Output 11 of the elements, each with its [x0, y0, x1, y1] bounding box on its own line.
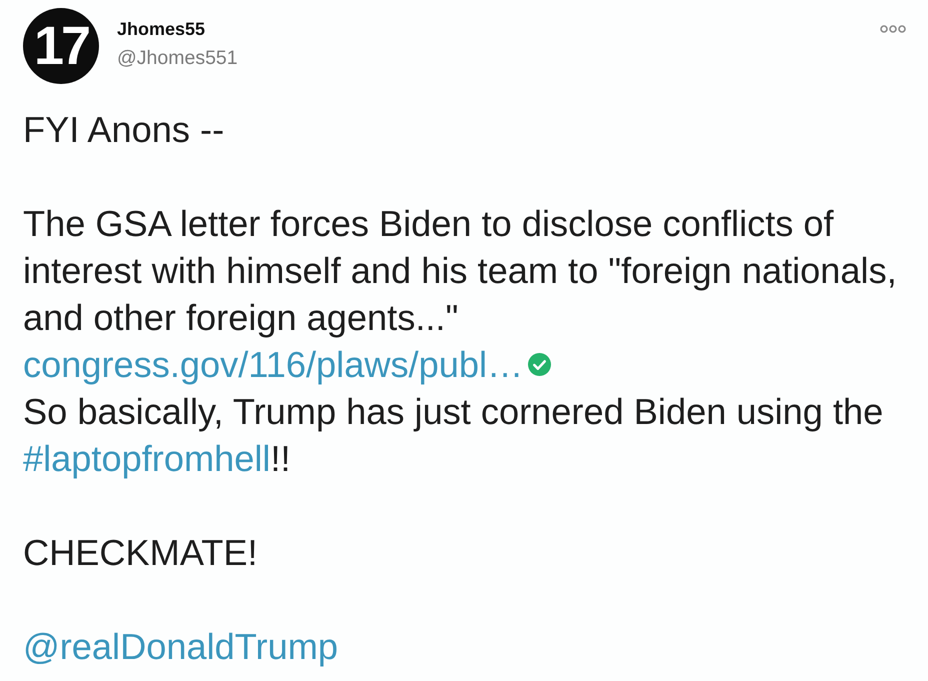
tweet-text: CHECKMATE! [23, 531, 259, 575]
tweet-text: So basically, Trump has just cornered Biden using the #laptopfromhell!! [23, 390, 884, 481]
hashtag-link[interactable]: #laptopfromhell [23, 438, 270, 479]
author-name[interactable]: Jhomes55 [117, 18, 238, 40]
tweet-text: The GSA letter forces Biden to disclose conflicts of interest with himself and his team to "foreign nationals, and other foreign agents..." [23, 202, 898, 340]
link[interactable]: congress.gov/116/plaws/publ… [23, 344, 524, 385]
author-handle[interactable]: @Jhomes551 [117, 46, 238, 70]
more-icon[interactable] [880, 25, 906, 33]
tweet-text: FYI Anons -- [23, 108, 226, 152]
mention-link[interactable]: @realDonaldTrump [23, 626, 338, 667]
avatar-logo: 17 [23, 8, 99, 84]
